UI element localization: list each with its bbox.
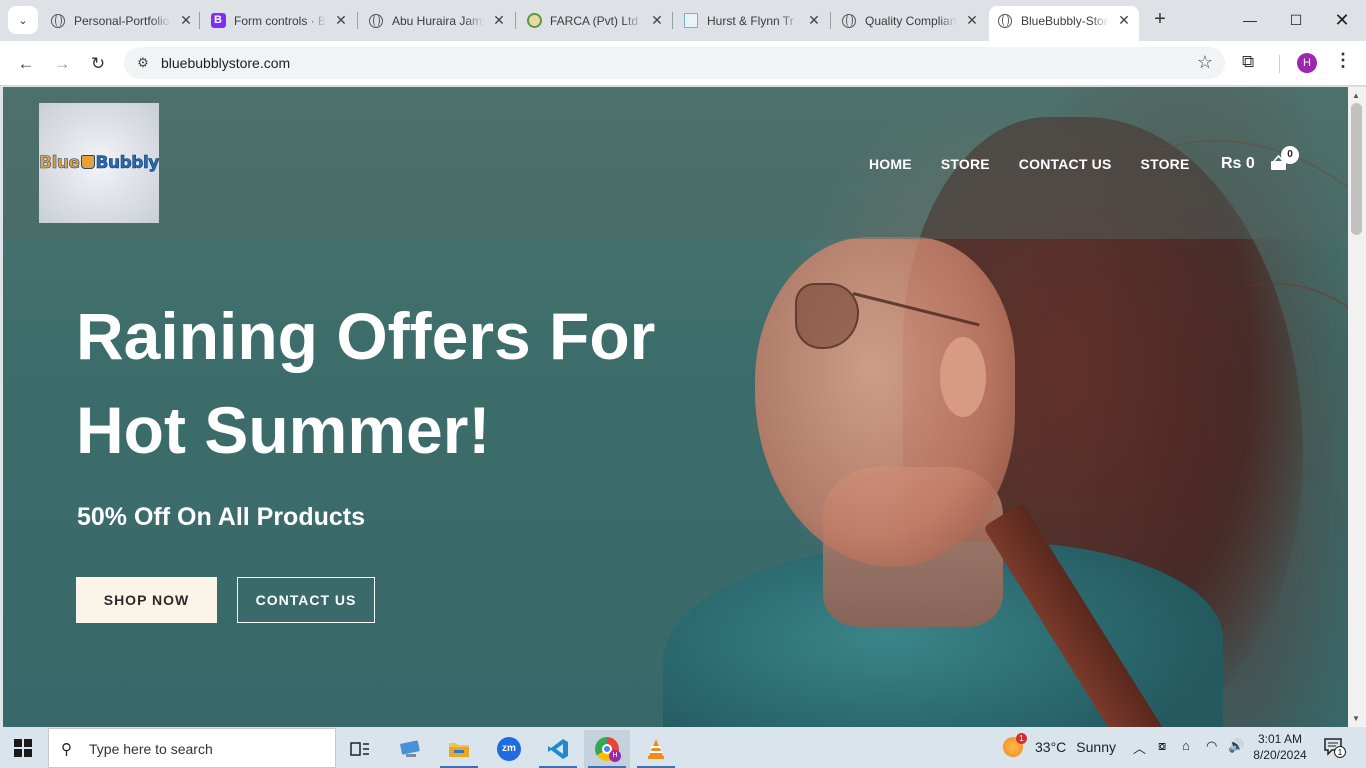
tab-abu-huraira[interactable]: Abu Huraira Jamil ✕ (368, 6, 508, 35)
cart-total[interactable]: Rs 0 (1221, 155, 1255, 173)
tab-title: Quality Compliance (865, 13, 957, 28)
extensions-icon[interactable]: ⧉ (1242, 52, 1254, 72)
tab-bluebubbly-store[interactable]: BlueBubbly-Store ✕ (989, 6, 1139, 41)
volume-icon[interactable]: 🔊 (1228, 738, 1244, 754)
logo-text-bubbly: Bubbly (95, 153, 159, 174)
tab-title: Form controls · Bootstrap (234, 13, 326, 28)
farca-icon (526, 13, 542, 29)
browser-toolbar: ← → ↻ ⚙ bluebubblystore.com ☆ ⧉ H ⋮ (0, 41, 1366, 86)
maximize-button[interactable]: ☐ (1273, 0, 1319, 40)
shop-now-button[interactable]: SHOP NOW (76, 577, 217, 623)
new-tab-button[interactable]: + (1148, 8, 1172, 32)
globe-icon (50, 13, 66, 29)
weather-temp: 33°C (1035, 739, 1067, 755)
close-icon[interactable]: ✕ (1115, 12, 1133, 29)
reload-button[interactable]: ↻ (83, 49, 113, 79)
logo-text-blue: Blue (39, 153, 81, 174)
file-explorer-icon[interactable] (436, 730, 482, 768)
scrollbar-thumb[interactable] (1351, 103, 1362, 235)
taskbar-clock[interactable]: 3:01 AM 8/20/2024 (1250, 731, 1310, 763)
hero-image-ear (940, 337, 986, 417)
tray-meet-icon[interactable]: ⧇ (1158, 738, 1166, 754)
weather-badge: 1 (1016, 733, 1027, 744)
tab-title: Personal-Portfolio (74, 13, 170, 28)
tab-form-controls[interactable]: B Form controls · Bootstrap ✕ (210, 6, 350, 35)
hurst-icon (683, 13, 699, 29)
desktop-app-icon[interactable] (387, 730, 433, 768)
close-icon[interactable]: ✕ (332, 12, 350, 29)
globe-icon (368, 13, 384, 29)
nav-store[interactable]: STORE (941, 156, 990, 172)
menu-kebab-icon[interactable]: ⋮ (1334, 50, 1352, 71)
tab-quality-compliance[interactable]: Quality Compliance ✕ (841, 6, 981, 35)
forward-button[interactable]: → (47, 49, 77, 79)
clock-date: 8/20/2024 (1253, 748, 1307, 762)
taskbar-search[interactable]: ⚲ Type here to search (48, 728, 336, 768)
contact-us-button[interactable]: CONTACT US (237, 577, 375, 623)
zoom-app-icon[interactable]: zm (486, 730, 532, 768)
scroll-up-arrow-icon[interactable]: ▲ (1352, 91, 1360, 100)
tab-title: Hurst & Flynn Tr (707, 13, 794, 28)
notification-center-icon[interactable]: 1 (1324, 738, 1346, 758)
profile-avatar[interactable]: H (1297, 53, 1317, 73)
url-text[interactable]: bluebubblystore.com (161, 55, 290, 71)
tab-search-button[interactable]: ⌄ (8, 6, 38, 34)
tab-title: BlueBubbly-Store (1021, 13, 1109, 28)
scroll-down-arrow-icon[interactable]: ▼ (1352, 714, 1360, 723)
cart-count-badge: 0 (1281, 146, 1299, 164)
tab-strip: ⌄ Personal-Portfolio ✕ B Form controls ·… (0, 0, 1366, 41)
chrome-icon[interactable]: H (584, 730, 630, 768)
shopping-bag-icon (80, 155, 95, 169)
page-scrollbar[interactable]: ▲ ▼ (1348, 87, 1366, 727)
search-icon: ⚲ (61, 741, 72, 758)
back-button[interactable]: ← (11, 49, 41, 79)
tab-title: Abu Huraira Jamil (392, 13, 484, 28)
globe-icon (997, 13, 1013, 29)
vscode-icon[interactable] (535, 730, 581, 768)
close-icon[interactable]: ✕ (490, 12, 508, 29)
minimize-button[interactable]: — (1227, 0, 1273, 40)
tab-title: FARCA (Pvt) Ltd (550, 13, 639, 28)
windows-taskbar: ⚲ Type here to search zm H 1 33°C Sunny … (0, 727, 1366, 768)
close-icon[interactable]: ✕ (648, 12, 666, 29)
tray-chevron-up-icon[interactable]: ︿ (1133, 738, 1146, 757)
wifi-icon[interactable]: ◠ (1206, 738, 1217, 754)
close-icon[interactable]: ✕ (177, 12, 195, 29)
tray-device-icon[interactable]: ⌂ (1182, 738, 1190, 753)
weather-widget[interactable]: 1 33°C Sunny (1003, 733, 1116, 757)
clock-time: 3:01 AM (1257, 732, 1303, 746)
notification-count: 1 (1334, 746, 1346, 758)
close-icon[interactable]: ✕ (963, 12, 981, 29)
search-placeholder: Type here to search (89, 741, 213, 757)
tab-hurst-flynn[interactable]: Hurst & Flynn Tr ✕ (683, 6, 823, 35)
close-icon[interactable]: ✕ (805, 12, 823, 29)
toolbar-divider (1279, 55, 1280, 73)
tab-personal-portfolio[interactable]: Personal-Portfolio ✕ (50, 6, 195, 35)
site-info-icon[interactable]: ⚙ (134, 54, 152, 72)
address-bar[interactable]: ⚙ bluebubblystore.com ☆ (124, 47, 1225, 79)
hero-title: Raining Offers For Hot Summer! (76, 299, 656, 467)
globe-icon (841, 13, 857, 29)
bootstrap-icon: B (210, 13, 226, 29)
tab-farca[interactable]: FARCA (Pvt) Ltd ✕ (526, 6, 666, 35)
weather-condition: Sunny (1076, 739, 1116, 755)
main-nav: HOME STORE CONTACT US STORE (869, 156, 1219, 172)
bookmark-star-icon[interactable]: ☆ (1197, 52, 1213, 73)
sun-icon: 1 (1003, 733, 1027, 757)
nav-contact-us[interactable]: CONTACT US (1019, 156, 1112, 172)
nav-store-2[interactable]: STORE (1141, 156, 1190, 172)
task-view-icon[interactable] (337, 730, 383, 768)
webpage: Blue Bubbly HOME STORE CONTACT US STORE R… (3, 87, 1348, 727)
nav-home[interactable]: HOME (869, 156, 912, 172)
hero-subtitle: 50% Off On All Products (77, 503, 366, 531)
site-logo[interactable]: Blue Bubbly (39, 103, 160, 223)
windows-start-icon[interactable] (14, 739, 32, 757)
close-window-button[interactable]: ✕ (1319, 0, 1365, 40)
vlc-icon[interactable] (633, 730, 679, 768)
